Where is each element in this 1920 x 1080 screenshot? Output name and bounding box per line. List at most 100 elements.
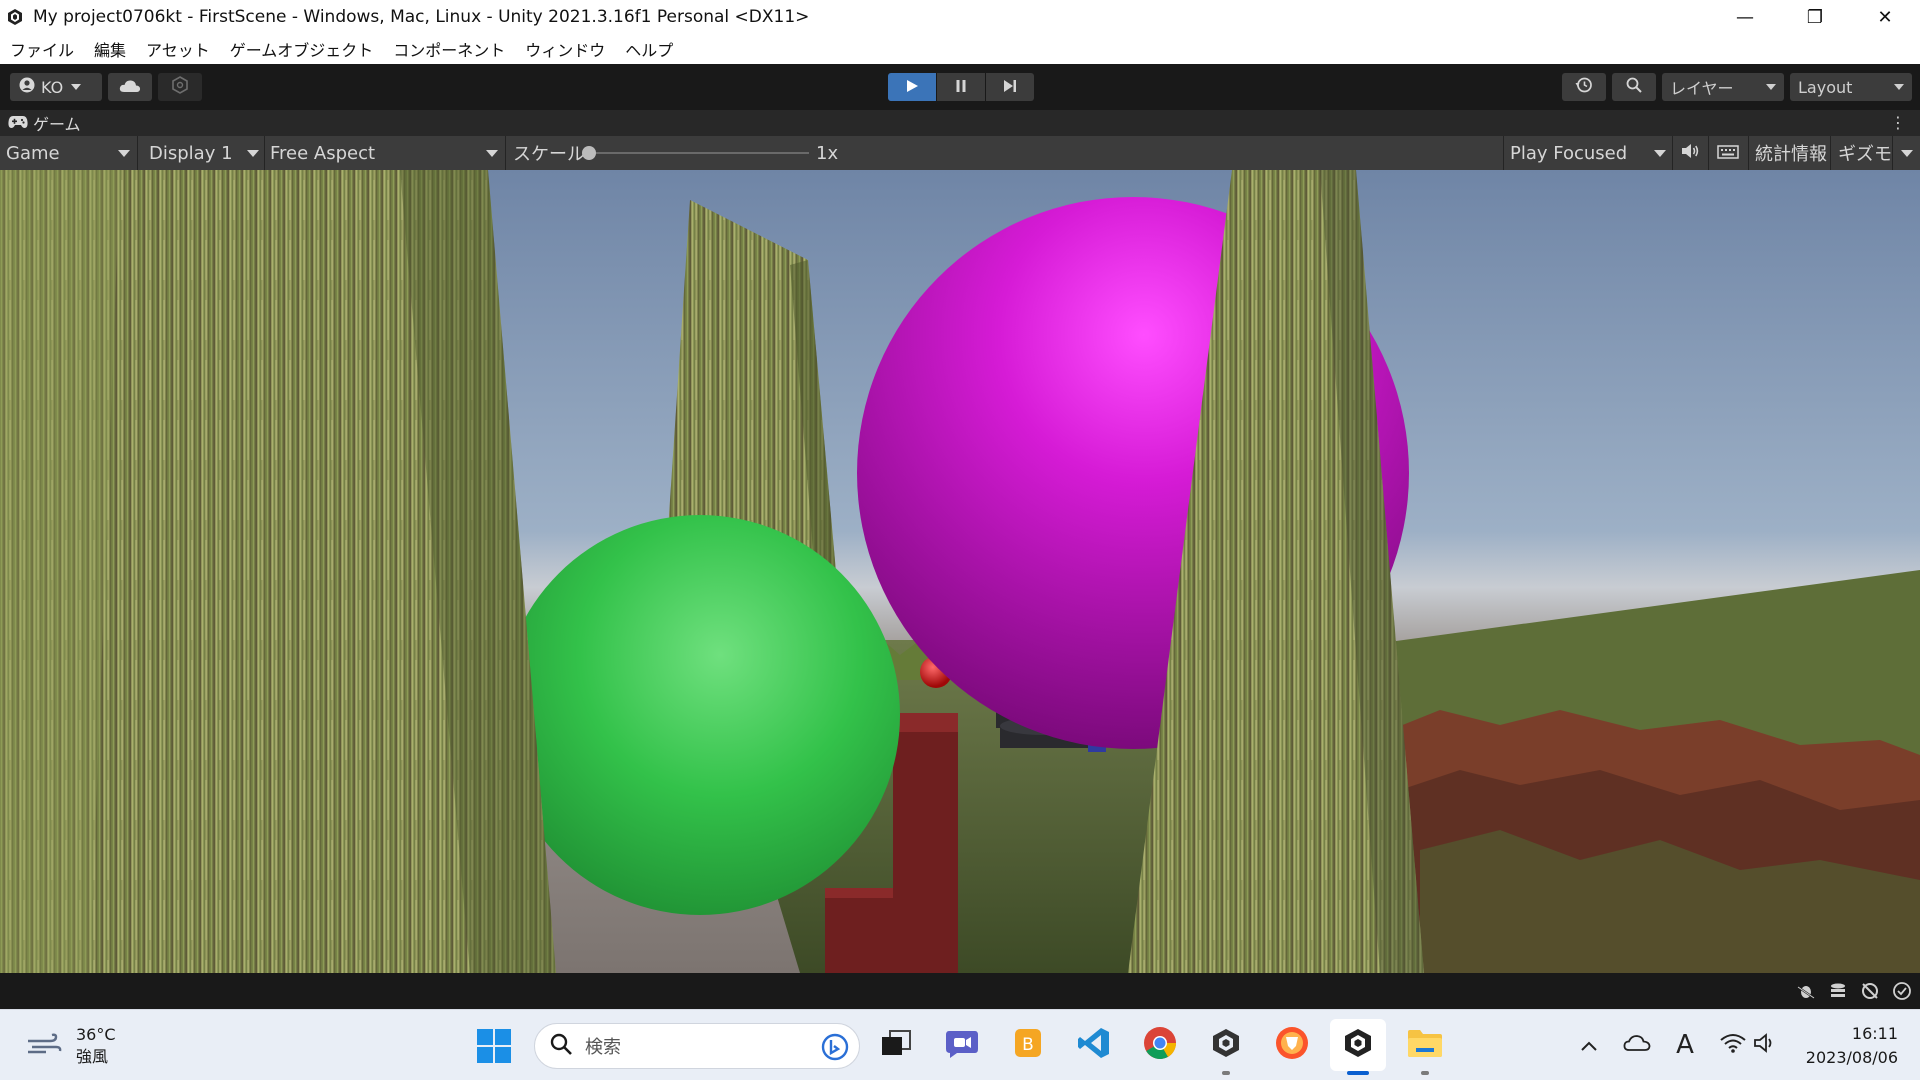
menu-window[interactable]: ウィンドウ	[515, 37, 615, 61]
gizmos-dropdown[interactable]	[1898, 136, 1916, 170]
scale-slider-handle[interactable]	[582, 146, 596, 160]
pause-icon	[954, 78, 968, 97]
keyboard-shortcuts-button[interactable]	[1714, 136, 1742, 170]
clock-time: 16:11	[1851, 1024, 1898, 1043]
weather-widget[interactable]: 36°C 強風	[26, 1024, 116, 1068]
view-type-label: Game	[6, 142, 60, 164]
cloud-button[interactable]	[108, 73, 152, 101]
game-viewport[interactable]	[0, 170, 1920, 973]
menu-edit[interactable]: 編集	[84, 37, 136, 61]
unity-hub-button[interactable]	[1206, 1025, 1246, 1065]
vscode-button[interactable]	[1074, 1025, 1114, 1065]
close-icon: ✕	[1877, 6, 1893, 28]
wifi-icon	[1720, 1033, 1746, 1058]
app-button-orange[interactable]: B	[1008, 1025, 1048, 1065]
maximize-button[interactable]: ❐	[1780, 0, 1850, 34]
mute-audio-button[interactable]	[1677, 136, 1703, 170]
running-indicator	[1222, 1071, 1230, 1075]
wind-icon	[26, 1033, 62, 1059]
bing-chat-icon[interactable]	[821, 1033, 849, 1065]
play-mode-label: Play Focused	[1510, 142, 1628, 164]
unity-logo-icon	[5, 7, 25, 27]
show-hidden-icons-button[interactable]	[1574, 1030, 1604, 1060]
layout-dropdown[interactable]: Layout	[1790, 73, 1912, 101]
unity-editor-button[interactable]	[1330, 1019, 1386, 1071]
chevron-down-icon	[1654, 150, 1666, 157]
account-icon	[19, 77, 35, 97]
speaker-icon	[1681, 143, 1699, 164]
chevron-down-icon	[1894, 84, 1904, 90]
collab-button[interactable]	[158, 73, 202, 101]
teams-chat-icon	[945, 1027, 979, 1063]
play-button[interactable]	[888, 73, 936, 101]
close-button[interactable]: ✕	[1850, 0, 1920, 34]
brave-button[interactable]	[1272, 1025, 1312, 1065]
chevron-up-icon	[1580, 1033, 1598, 1057]
cache-server-icon[interactable]	[1828, 981, 1848, 1001]
layers-dropdown[interactable]: レイヤー	[1662, 73, 1784, 101]
stats-button[interactable]: 統計情報	[1755, 136, 1827, 170]
minimize-button[interactable]: —	[1710, 0, 1780, 34]
keyboard-icon	[1717, 143, 1739, 164]
menu-assets[interactable]: アセット	[136, 37, 220, 61]
folder-icon	[1407, 1028, 1443, 1062]
network-button[interactable]	[1718, 1030, 1748, 1060]
brave-icon	[1275, 1026, 1309, 1064]
scale-slider-track[interactable]	[587, 152, 809, 154]
task-view-button[interactable]	[876, 1025, 916, 1065]
volume-button[interactable]	[1750, 1030, 1780, 1060]
chevron-down-icon	[1766, 84, 1776, 90]
progress-check-icon[interactable]	[1892, 981, 1912, 1001]
separator	[137, 136, 138, 170]
search-button[interactable]	[1612, 73, 1656, 101]
chevron-down-icon	[118, 150, 130, 157]
auto-generate-lighting-icon[interactable]	[1860, 981, 1880, 1001]
unity-status-bar	[0, 973, 1920, 1009]
tab-game[interactable]: ゲーム	[0, 110, 89, 136]
chrome-button[interactable]	[1140, 1025, 1180, 1065]
playmode-controls	[888, 73, 1034, 101]
task-view-icon	[881, 1030, 911, 1060]
view-type-dropdown[interactable]: Game	[6, 136, 132, 170]
separator	[505, 136, 506, 170]
menu-component[interactable]: コンポーネント	[383, 37, 515, 61]
display-dropdown[interactable]: Display 1	[149, 136, 259, 170]
taskbar-search-box[interactable]: 検索	[534, 1023, 860, 1069]
onedrive-button[interactable]	[1622, 1030, 1652, 1060]
chevron-down-icon	[71, 84, 82, 90]
svg-text:B: B	[1022, 1035, 1034, 1055]
running-indicator	[1421, 1071, 1429, 1075]
weather-description: 強風	[76, 1047, 109, 1066]
aspect-dropdown[interactable]: Free Aspect	[270, 136, 500, 170]
separator	[1708, 136, 1709, 170]
undo-history-button[interactable]	[1562, 73, 1606, 101]
step-button[interactable]	[986, 73, 1034, 101]
play-icon	[905, 78, 919, 97]
game-render	[0, 170, 1920, 973]
account-dropdown[interactable]: KO	[10, 73, 102, 101]
scale-label: スケール	[513, 144, 585, 165]
file-explorer-button[interactable]	[1405, 1025, 1445, 1065]
teams-chat-button[interactable]	[942, 1025, 982, 1065]
bug-icon[interactable]	[1796, 981, 1816, 1001]
weather-temperature: 36°C	[76, 1025, 116, 1044]
more-options-icon[interactable]: ⋮	[1890, 113, 1906, 133]
game-view-controls: Game Display 1 Free Aspect スケール 1x Play …	[0, 136, 1920, 170]
vscode-icon	[1077, 1026, 1111, 1064]
game-window-tabbar: ゲーム ⋮	[0, 110, 1920, 136]
separator	[1503, 136, 1504, 170]
active-indicator	[1347, 1071, 1369, 1075]
menu-file[interactable]: ファイル	[0, 37, 84, 61]
system-clock[interactable]: 16:11 2023/08/06	[1806, 1022, 1898, 1070]
play-mode-dropdown[interactable]: Play Focused	[1510, 136, 1666, 170]
pause-button[interactable]	[937, 73, 985, 101]
title-bar: My project0706kt - FirstScene - Windows,…	[0, 0, 1920, 34]
gizmos-button[interactable]: ギズモ	[1838, 136, 1892, 170]
cloud-icon	[119, 78, 141, 97]
menu-help[interactable]: ヘルプ	[615, 37, 683, 61]
separator	[264, 136, 265, 170]
ime-indicator[interactable]: A	[1670, 1030, 1700, 1060]
menu-gameobject[interactable]: ゲームオブジェクト	[220, 37, 384, 61]
start-button[interactable]	[476, 1028, 512, 1064]
ime-mode-icon: A	[1676, 1030, 1694, 1060]
